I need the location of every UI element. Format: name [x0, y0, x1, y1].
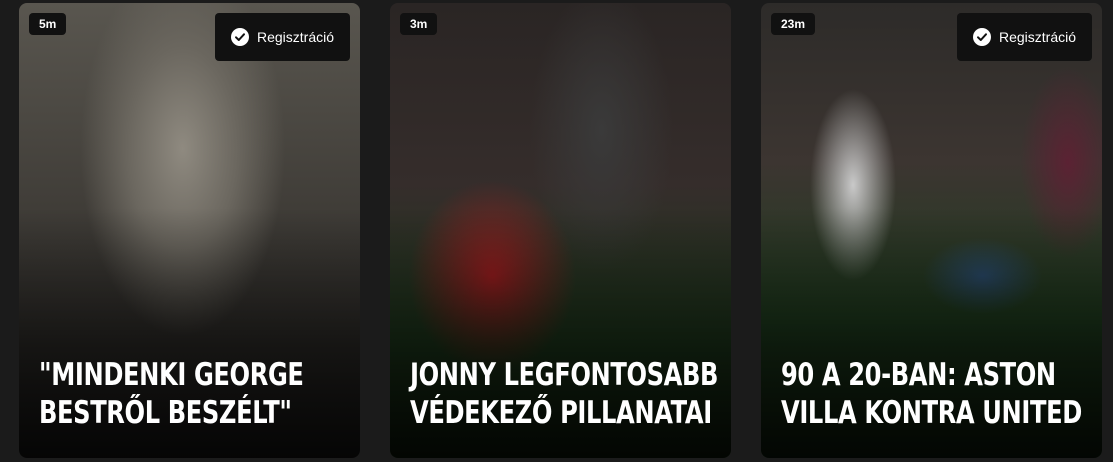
register-button[interactable]: Regisztráció	[956, 13, 1092, 61]
video-title-line: VILLA KONTRA UNITED	[781, 395, 1082, 431]
video-title-line: "MINDENKI GEORGE	[39, 357, 304, 393]
video-card-jonny-evans[interactable]: 3m JONNY LEGFONTOSABB VÉDEKEZŐ PILLANATA…	[390, 3, 731, 458]
video-card-george-best[interactable]: 5m Regisztráció "MINDENKI GEORGE BESTRŐL…	[19, 3, 360, 458]
video-title: 90 A 20-BAN: ASTON VILLA KONTRA UNITED	[781, 356, 1102, 432]
duration-badge: 23m	[771, 13, 816, 35]
video-card-aston-villa[interactable]: 23m Regisztráció 90 A 20-BAN: ASTON VILL…	[761, 3, 1102, 458]
video-title-line: JONNY LEGFONTOSABB	[410, 357, 719, 393]
register-button[interactable]: Regisztráció	[214, 13, 350, 61]
video-title: "MINDENKI GEORGE BESTRŐL BESZÉLT"	[39, 356, 360, 432]
duration-badge: 5m	[29, 13, 67, 35]
check-circle-icon	[972, 28, 991, 46]
check-circle-icon	[230, 28, 249, 46]
video-title-line: 90 A 20-BAN: ASTON	[781, 357, 1056, 393]
register-label: Regisztráció	[998, 29, 1076, 45]
register-label: Regisztráció	[256, 29, 334, 45]
video-title: JONNY LEGFONTOSABB VÉDEKEZŐ PILLANATAI	[410, 356, 731, 432]
video-card-row: 5m Regisztráció "MINDENKI GEORGE BESTRŐL…	[0, 0, 1113, 462]
duration-badge: 3m	[400, 13, 438, 35]
video-title-line: VÉDEKEZŐ PILLANATAI	[410, 395, 712, 431]
video-title-line: BESTRŐL BESZÉLT"	[39, 395, 292, 431]
